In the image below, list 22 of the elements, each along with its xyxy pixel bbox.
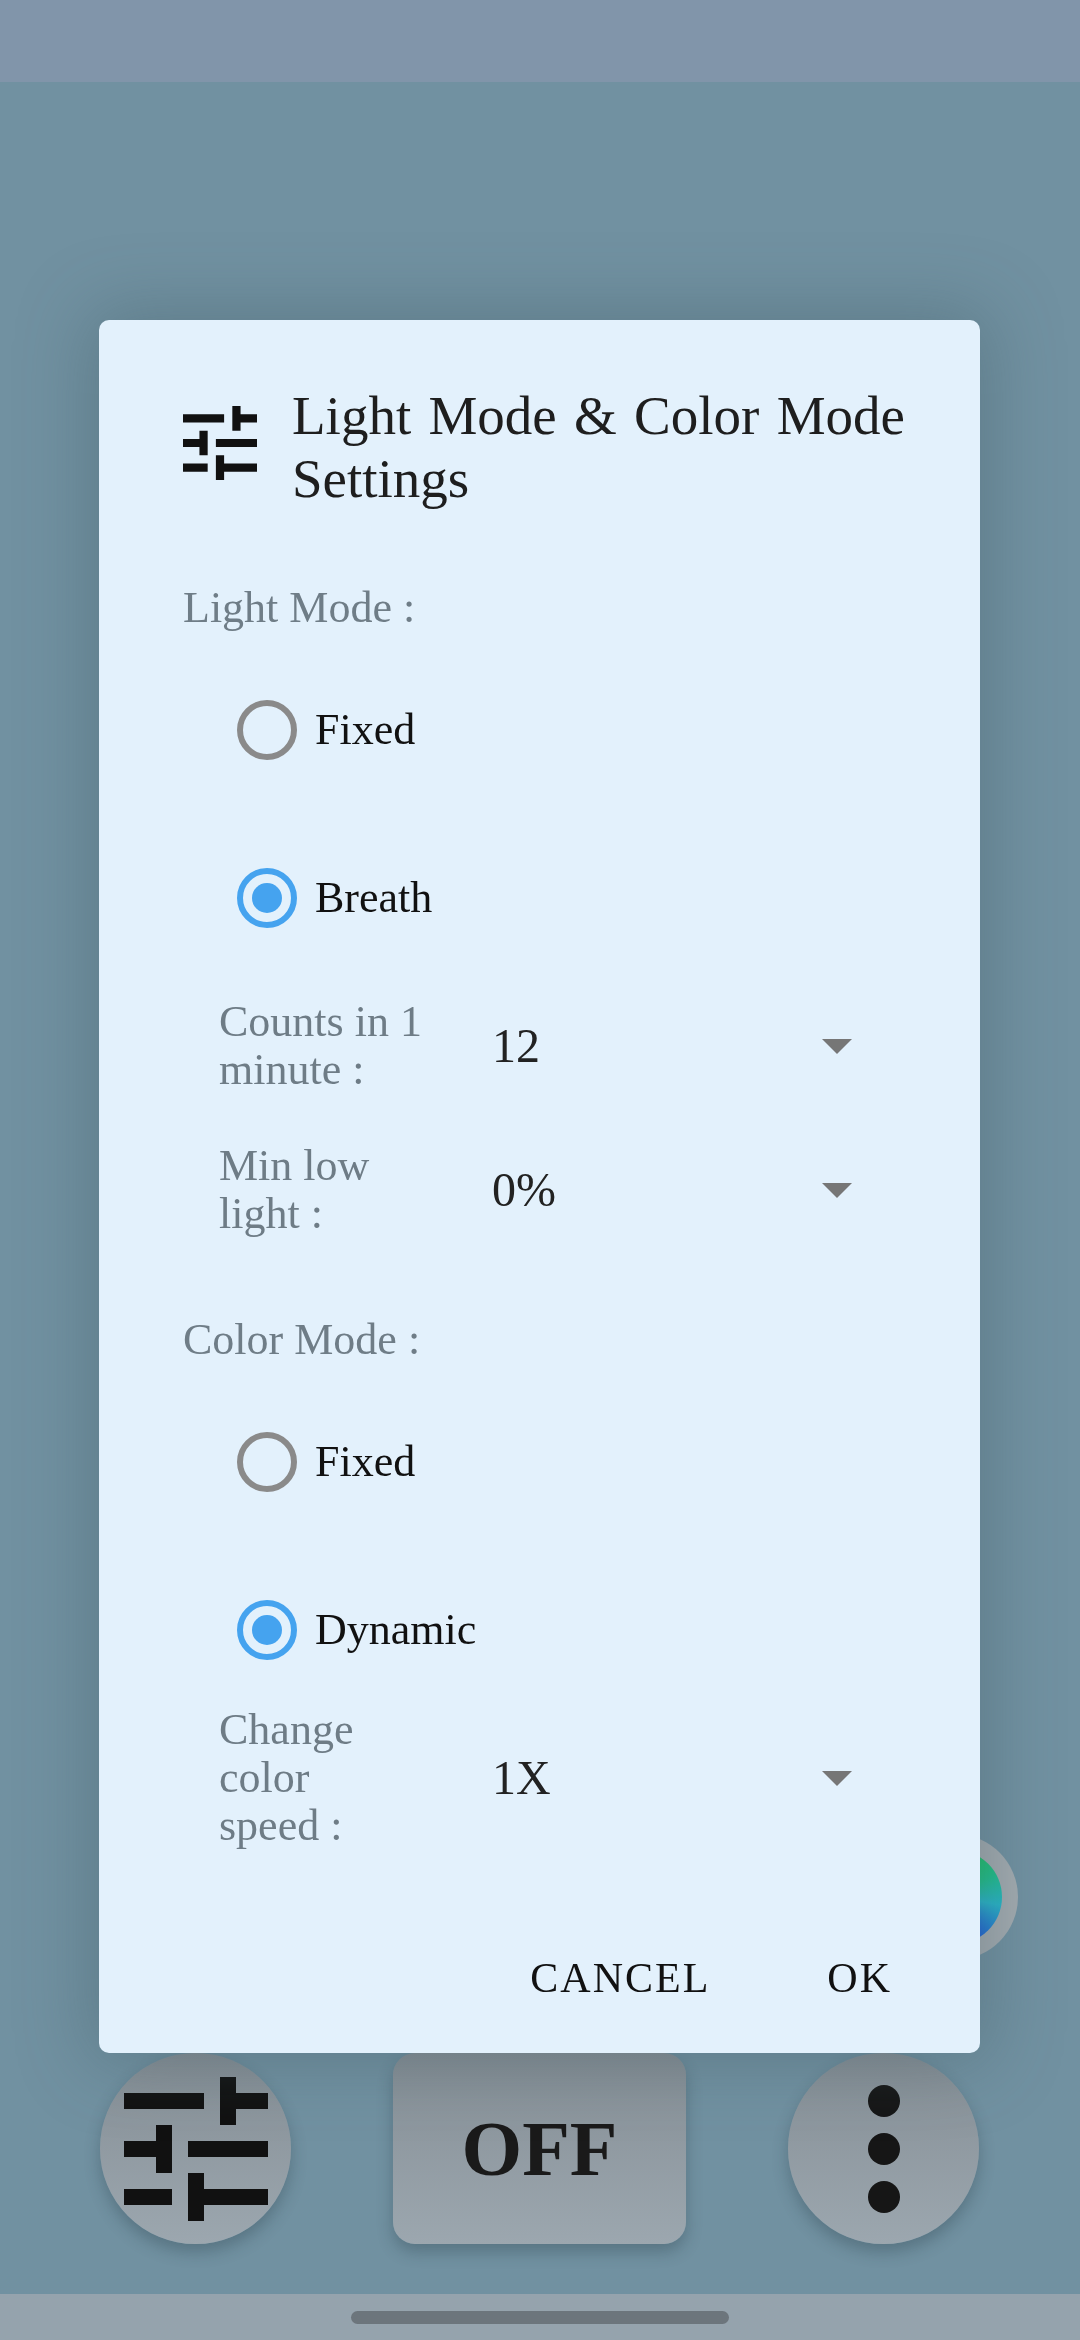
caret-icon bbox=[822, 1182, 852, 1198]
field-label: Change color speed : bbox=[219, 1706, 355, 1850]
radio-button[interactable]: Fixed bbox=[237, 700, 416, 760]
field-label: Min low light : bbox=[219, 1142, 371, 1238]
dropdown[interactable]: 0% bbox=[470, 1145, 870, 1235]
sliders-icon bbox=[183, 406, 257, 480]
dropdown[interactable]: 1X bbox=[470, 1733, 870, 1823]
toggle-button[interactable]: OFF bbox=[393, 2053, 686, 2244]
ok-button[interactable]: OK bbox=[803, 1930, 916, 2026]
dialog-title: Light Mode & Color Mode Settings bbox=[292, 384, 905, 510]
radio-button[interactable]: Fixed bbox=[237, 1432, 416, 1492]
cancel-button[interactable]: CANCEL bbox=[506, 1930, 735, 2026]
field-label: Counts in 1 minute : bbox=[219, 998, 423, 1094]
more-icon bbox=[867, 2084, 900, 2213]
dropdown[interactable]: 12 bbox=[470, 1001, 870, 1091]
radio-button[interactable]: Dynamic bbox=[237, 1600, 477, 1660]
section-label: Light Mode : bbox=[183, 584, 416, 632]
caret-icon bbox=[822, 1038, 852, 1054]
caret-icon bbox=[822, 1770, 852, 1786]
sliders-icon bbox=[123, 2076, 268, 2221]
section-label: Color Mode : bbox=[183, 1316, 421, 1364]
radio-button[interactable]: Breath bbox=[237, 868, 433, 928]
